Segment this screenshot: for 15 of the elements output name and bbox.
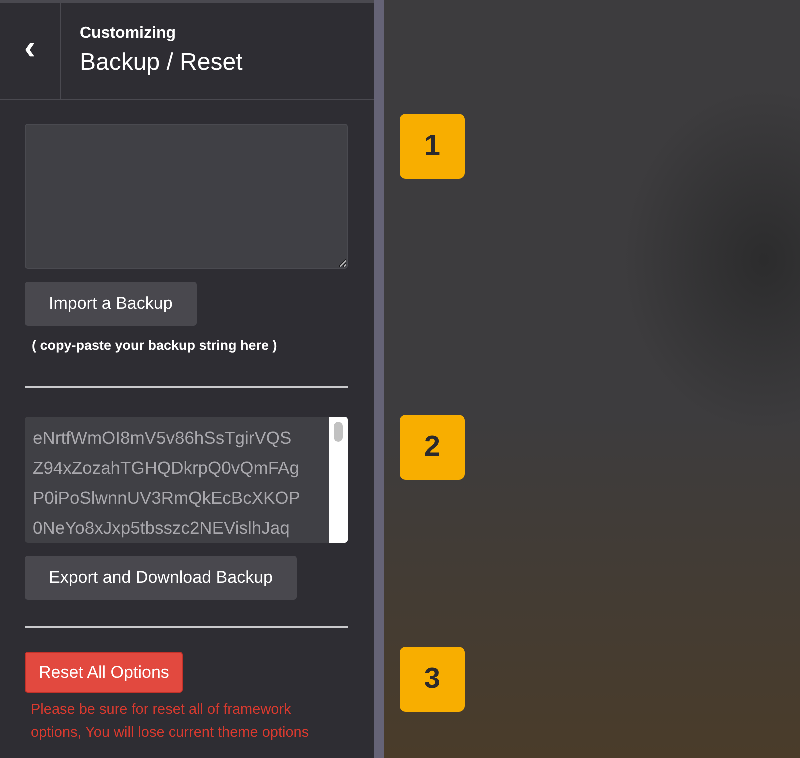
scrollbar-thumb[interactable] xyxy=(334,422,343,442)
step-number-badge: 1 xyxy=(400,114,465,179)
back-button[interactable]: ‹ xyxy=(0,3,61,99)
export-button[interactable]: Export and Download Backup xyxy=(25,556,297,600)
import-button[interactable]: Import a Backup xyxy=(25,282,197,326)
breadcrumb: Customizing xyxy=(80,25,177,43)
import-field[interactable] xyxy=(25,124,348,269)
backup-string-field[interactable]: eNrtfWmOI8mV5v86hSsTgirVQS Z94xZozahTGHQDkrpQ0vQmFAg P0iPoSlwnnUV3RmQkEcBcXKOP 0NeYo8xJxp5tbsszc2NEVislhJaq xyxy=(25,417,348,543)
step-number-badge: 2 xyxy=(400,415,465,480)
panel-scrollbar[interactable] xyxy=(374,0,384,758)
panel-title: Backup / Reset xyxy=(80,49,243,77)
reset-button[interactable]: Reset All Options xyxy=(25,652,184,693)
import-hint: ( copy-paste your backup string here ) xyxy=(32,338,278,353)
step-number-badge: 3 xyxy=(400,647,465,712)
reset-warning: Please be sure for reset all of framework options, You will lose current theme options xyxy=(31,701,310,743)
